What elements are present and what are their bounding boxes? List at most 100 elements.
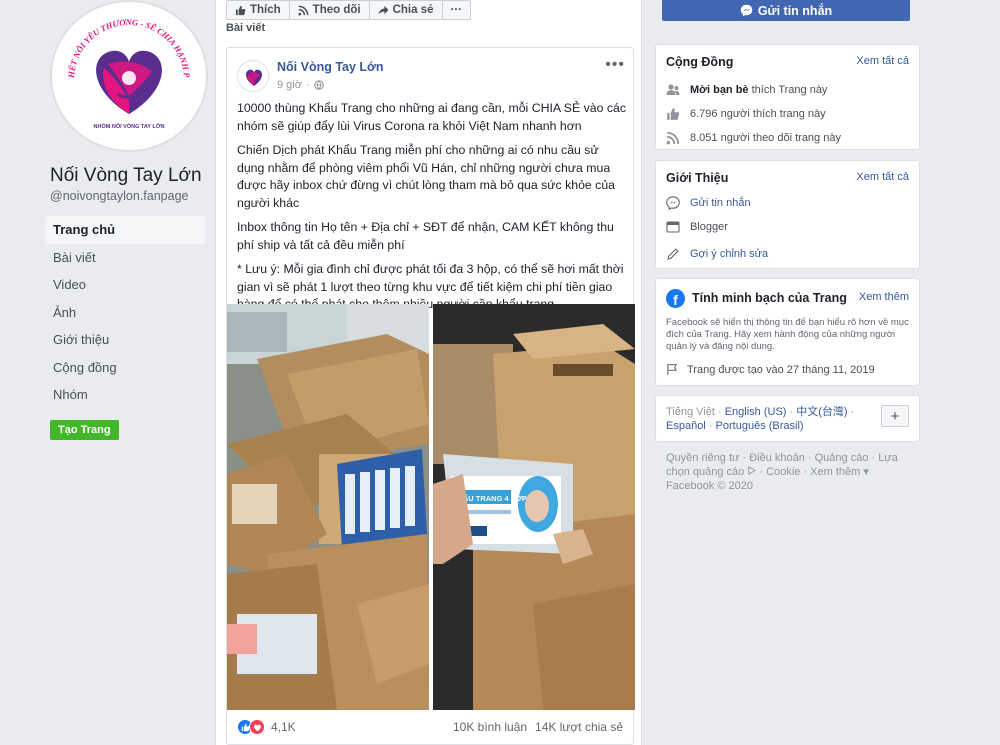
- post-paragraph: 10000 thùng Khẩu Trang cho những ai đang…: [237, 101, 627, 133]
- share-count-link[interactable]: 14K lượt chia sẻ: [535, 720, 623, 734]
- footer-link[interactable]: Cookie: [766, 466, 800, 478]
- follow-label: Theo dõi: [312, 4, 361, 16]
- site-footer: Quyền riêng tư · Điều khoản · Quảng cáo …: [666, 452, 898, 492]
- post-text: 10000 thùng Khẩu Trang cho những ai đang…: [237, 100, 627, 321]
- page-created-date: Trang được tạo vào 27 tháng 11, 2019: [687, 363, 875, 376]
- adchoices-icon: [748, 466, 757, 475]
- comment-count-link[interactable]: 10K bình luận: [453, 720, 527, 734]
- nav-item-posts[interactable]: Bài viết: [45, 244, 205, 272]
- more-dots-icon: ···: [450, 4, 463, 16]
- left-column: HẾT NỖI YÊU THƯƠNG - SẼ CHIA HẠNH PHÚC N…: [0, 0, 215, 745]
- rss-icon: [298, 5, 309, 16]
- language-list: Tiếng Việt · English (US) · 中文(台灣) · Esp…: [666, 406, 855, 432]
- language-option[interactable]: English (US): [725, 406, 787, 418]
- dot-separator: ·: [305, 79, 310, 91]
- send-message-label: Gửi tin nhắn: [757, 3, 833, 18]
- page-action-bar: Thích Theo dõi Chia sẻ ···: [226, 0, 472, 20]
- facebook-logo-icon: f: [666, 289, 685, 308]
- follow-page-button[interactable]: Theo dõi: [288, 0, 370, 20]
- nav-item-videos[interactable]: Video: [45, 271, 205, 299]
- posts-heading: Bài viết: [226, 22, 266, 34]
- transparency-see-more-link[interactable]: Xem thêm: [859, 291, 909, 303]
- post-card: Nối Vòng Tay Lớn 9 giờ · ••• 10000 thùng…: [226, 47, 635, 745]
- reaction-summary[interactable]: 4,1K: [237, 719, 296, 735]
- about-title: Giới Thiệu: [666, 171, 729, 185]
- flag-icon: [667, 363, 678, 376]
- messenger-icon: [740, 4, 753, 17]
- nav-item-about[interactable]: Giới thiệu: [45, 326, 205, 354]
- chevron-down-icon: ▾: [863, 466, 869, 478]
- page-likes-count: 6.796 người thích trang này: [690, 108, 826, 120]
- messenger-icon: [666, 196, 680, 210]
- page-follows-count: 8.051 người theo dõi trang này: [690, 132, 841, 144]
- svg-text:NHÓM NỐI VÒNG TAY LỚN: NHÓM NỐI VÒNG TAY LỚN: [94, 122, 165, 130]
- transparency-title: Tính minh bạch của Trang: [692, 291, 847, 305]
- language-option[interactable]: 中文(台灣): [796, 406, 847, 418]
- nav-item-home[interactable]: Trang chủ: [45, 216, 205, 244]
- page-transparency-card: f Tính minh bạch của Trang Xem thêm Face…: [655, 278, 920, 386]
- suggest-edit-link[interactable]: Gợi ý chỉnh sửa: [690, 248, 768, 260]
- thumbs-up-icon: [667, 108, 680, 120]
- post-time-label: 9 giờ: [277, 79, 302, 91]
- post-footer: 4,1K 10K bình luận 14K lượt chia sẻ: [227, 710, 633, 744]
- nav-item-community[interactable]: Cộng đồng: [45, 354, 205, 382]
- post-photo-boxes[interactable]: [227, 304, 429, 710]
- transparency-description: Facebook sẽ hiển thị thông tin để bạn hi…: [666, 317, 909, 352]
- page-likes-row: 6.796 người thích trang này: [666, 107, 826, 121]
- nav-item-photos[interactable]: Ảnh: [45, 299, 205, 327]
- post-options-icon[interactable]: •••: [605, 56, 625, 74]
- community-title: Cộng Đồng: [666, 55, 734, 69]
- about-category-label: Blogger: [690, 221, 728, 233]
- community-see-all-link[interactable]: Xem tất cả: [856, 55, 909, 67]
- reaction-count: 4,1K: [271, 720, 296, 734]
- invite-friends-row[interactable]: Mời bạn bè thích Trang này: [666, 83, 827, 97]
- footer-link[interactable]: Quảng cáo: [815, 452, 869, 464]
- page-logo-small: [239, 62, 268, 91]
- photo-hand-box: KHẨU TRANG 4 LỚP: [433, 304, 635, 710]
- post-timestamp[interactable]: 9 giờ ·: [277, 79, 324, 91]
- share-arrow-icon: [378, 5, 389, 15]
- share-label: Chia sẻ: [392, 4, 434, 16]
- pencil-icon: [667, 248, 679, 260]
- about-send-message-row[interactable]: Gửi tin nhắn: [666, 196, 751, 210]
- post-paragraph: Chiến Dịch phát Khẩu Trang miễn phí cho …: [237, 143, 615, 210]
- about-see-all-link[interactable]: Xem tất cả: [856, 171, 909, 183]
- copyright: Facebook © 2020: [666, 480, 753, 492]
- create-page-button[interactable]: Tạo Trang: [50, 420, 119, 440]
- nav-item-groups[interactable]: Nhóm: [45, 381, 205, 409]
- page-handle[interactable]: @noivongtaylon.fanpage: [50, 189, 189, 203]
- share-page-button[interactable]: Chia sẻ: [368, 0, 443, 20]
- invite-friends-rest: thích Trang này: [751, 84, 828, 96]
- post-photo-mask-box[interactable]: KHẨU TRANG 4 LỚP: [433, 304, 635, 710]
- footer-link[interactable]: Quyền riêng tư: [666, 452, 739, 464]
- globe-icon: [313, 80, 324, 90]
- page-created-row: Trang được tạo vào 27 tháng 11, 2019: [666, 363, 875, 376]
- page-name[interactable]: Nối Vòng Tay Lớn: [50, 165, 202, 187]
- footer-link[interactable]: Xem thêm: [810, 466, 860, 478]
- about-category-row: Blogger: [666, 220, 728, 234]
- post-author-avatar[interactable]: [237, 60, 269, 92]
- love-reaction-icon: [249, 719, 265, 735]
- invite-friends-link[interactable]: Mời bạn bè: [690, 84, 749, 96]
- suggest-edit-row[interactable]: Gợi ý chỉnh sửa: [666, 247, 768, 261]
- like-page-button[interactable]: Thích: [226, 0, 290, 20]
- footer-link[interactable]: Điều khoản: [749, 452, 805, 464]
- like-label: Thích: [250, 4, 281, 16]
- post-author-name[interactable]: Nối Vòng Tay Lớn: [277, 60, 384, 74]
- page-category-icon: [666, 221, 680, 233]
- language-option[interactable]: Español: [666, 420, 706, 432]
- post-engagement-stats: 10K bình luận 14K lượt chia sẻ: [453, 720, 623, 734]
- send-message-button[interactable]: Gửi tin nhắn: [662, 0, 910, 21]
- thumbs-up-icon: [235, 5, 246, 15]
- community-card: Cộng Đồng Xem tất cả Mời bạn bè thích Tr…: [655, 44, 920, 150]
- about-send-message-link[interactable]: Gửi tin nhắn: [690, 197, 751, 209]
- photo-mask-boxes: [227, 304, 429, 710]
- more-options-button[interactable]: ···: [441, 0, 472, 20]
- add-language-button[interactable]: +: [881, 405, 909, 427]
- page-profile-picture[interactable]: HẾT NỖI YÊU THƯƠNG - SẼ CHIA HẠNH PHÚC N…: [50, 0, 208, 152]
- language-option[interactable]: Português (Brasil): [716, 420, 804, 432]
- rss-icon: [666, 131, 680, 145]
- language-card: Tiếng Việt · English (US) · 中文(台灣) · Esp…: [655, 395, 920, 442]
- current-language: Tiếng Việt: [666, 406, 715, 418]
- page-follows-row: 8.051 người theo dõi trang này: [666, 131, 841, 145]
